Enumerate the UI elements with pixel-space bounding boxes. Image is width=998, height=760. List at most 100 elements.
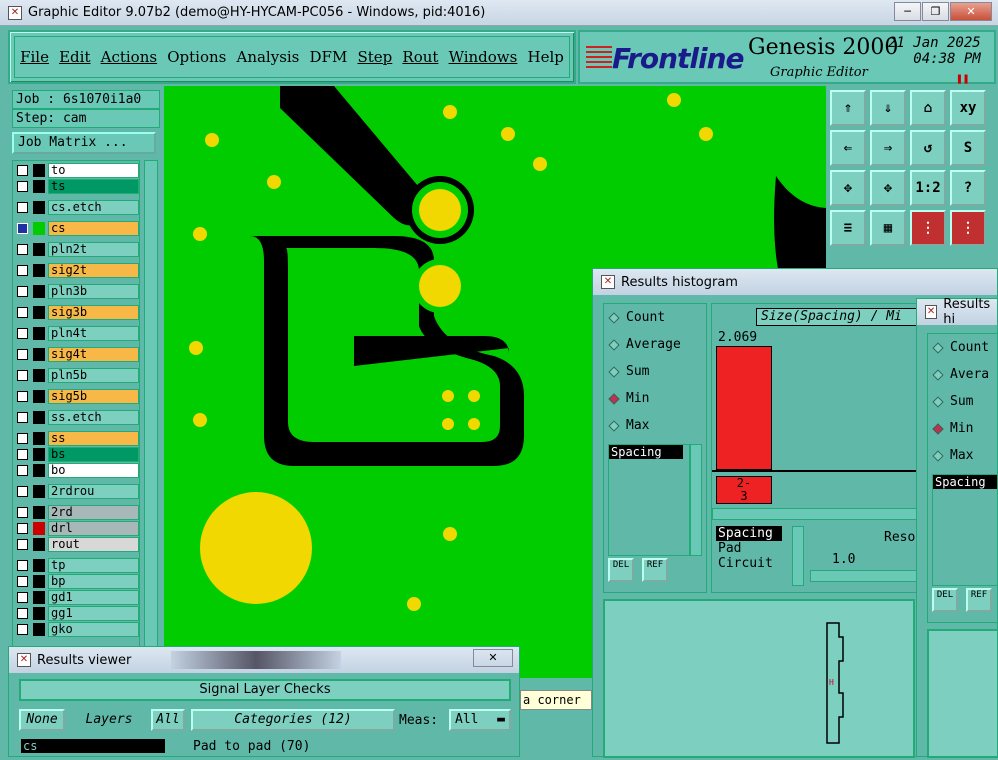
- fit-top-icon[interactable]: ⇑: [830, 90, 866, 126]
- del-button[interactable]: DEL: [608, 558, 634, 582]
- layer-name[interactable]: pln4t: [48, 326, 139, 341]
- radio-max-2[interactable]: Max: [932, 448, 973, 463]
- layer-checkbox[interactable]: [17, 328, 28, 339]
- layer-checkbox[interactable]: [17, 592, 28, 603]
- layer-checkbox[interactable]: [17, 465, 28, 476]
- layer-row-ss[interactable]: ss: [15, 431, 139, 446]
- metric-list-item-2[interactable]: Spacing: [933, 475, 997, 489]
- layer-row-sig5b[interactable]: sig5b: [15, 389, 139, 404]
- layer-checkbox[interactable]: [17, 202, 28, 213]
- layer-name[interactable]: gd1: [48, 590, 139, 605]
- pause-icon[interactable]: ❚❚: [956, 72, 969, 85]
- layer-row-2rd[interactable]: 2rd: [15, 505, 139, 520]
- layer-name[interactable]: gko: [48, 622, 139, 637]
- layer-row-cs-etch[interactable]: cs.etch: [15, 200, 139, 215]
- undo-icon[interactable]: ↺: [910, 130, 946, 166]
- layer-checkbox[interactable]: [17, 244, 28, 255]
- layer-name[interactable]: pln2t: [48, 242, 139, 257]
- reso-slider[interactable]: [810, 570, 920, 582]
- histogram-bar[interactable]: [716, 346, 772, 470]
- layer-row-tp[interactable]: tp: [15, 558, 139, 573]
- layer-checkbox[interactable]: [17, 165, 28, 176]
- layer-name[interactable]: sig2t: [48, 263, 139, 278]
- layer-row-pln5b[interactable]: pln5b: [15, 368, 139, 383]
- layer-checkbox[interactable]: [17, 449, 28, 460]
- layer-checkbox[interactable]: [17, 412, 28, 423]
- layer-name[interactable]: cs.etch: [48, 200, 139, 215]
- layer-row-bo[interactable]: bo: [15, 463, 139, 478]
- menu-dfm[interactable]: DFM: [310, 48, 348, 66]
- category-item-pad[interactable]: Pad: [716, 541, 790, 556]
- metric-list-2[interactable]: Spacing: [932, 474, 998, 586]
- snap-icon[interactable]: S: [950, 130, 986, 166]
- category-item-spacing[interactable]: Spacing: [716, 526, 782, 541]
- layer-name[interactable]: sig3b: [48, 305, 139, 320]
- layer-checkbox[interactable]: [17, 539, 28, 550]
- layer-name[interactable]: ss.etch: [48, 410, 139, 425]
- layer-row-bs[interactable]: bs: [15, 447, 139, 462]
- layer-checkbox[interactable]: [17, 370, 28, 381]
- category-item[interactable]: Pad to pad (70): [191, 739, 511, 758]
- menu-options[interactable]: Options: [167, 48, 226, 66]
- radio-average[interactable]: Average: [608, 337, 681, 352]
- radio-min-2[interactable]: Min: [932, 421, 973, 436]
- close-button[interactable]: ✕: [950, 2, 992, 21]
- radio-sum-2[interactable]: Sum: [932, 394, 973, 409]
- layer-checkbox[interactable]: [17, 507, 28, 518]
- layer-name[interactable]: drl: [48, 521, 139, 536]
- layer-name[interactable]: ss: [48, 431, 139, 446]
- layer-name[interactable]: gg1: [48, 606, 139, 621]
- category-item-circuit[interactable]: Circuit: [716, 556, 790, 571]
- grid-icon[interactable]: ▦: [870, 210, 906, 246]
- layer-checkbox[interactable]: [17, 624, 28, 635]
- layer-name[interactable]: tp: [48, 558, 139, 573]
- radio-max[interactable]: Max: [608, 418, 649, 433]
- ref-button-2[interactable]: REF: [966, 588, 992, 612]
- zoom-center-icon[interactable]: ✥: [870, 170, 906, 206]
- layer-name[interactable]: bp: [48, 574, 139, 589]
- layer-scrollbar[interactable]: [144, 160, 158, 660]
- layer-row-sig2t[interactable]: sig2t: [15, 263, 139, 278]
- layer-name[interactable]: sig5b: [48, 389, 139, 404]
- xy-icon[interactable]: xy: [950, 90, 986, 126]
- menu-analysis[interactable]: Analysis: [236, 48, 299, 66]
- menu-edit[interactable]: Edit: [59, 48, 90, 66]
- layer-tool2-icon[interactable]: ⋮: [950, 210, 986, 246]
- layer-checkbox[interactable]: [17, 523, 28, 534]
- layer-row-pln3b[interactable]: pln3b: [15, 284, 139, 299]
- menu-help[interactable]: Help: [528, 48, 564, 66]
- layer-row-cs[interactable]: cs: [15, 221, 139, 236]
- layer-checkbox[interactable]: [17, 433, 28, 444]
- layer-checkbox[interactable]: [17, 223, 28, 234]
- maximize-button[interactable]: ❐: [922, 2, 949, 21]
- metric-list-item[interactable]: Spacing: [609, 445, 683, 459]
- none-button[interactable]: None: [19, 709, 65, 731]
- layer-name[interactable]: cs: [48, 221, 139, 236]
- menu-file[interactable]: File: [20, 48, 49, 66]
- layer-row-ts[interactable]: ts: [15, 179, 139, 194]
- layer-checkbox[interactable]: [17, 265, 28, 276]
- layer-checkbox[interactable]: [17, 391, 28, 402]
- category-list[interactable]: Spacing Pad Circuit: [716, 526, 790, 586]
- layer-row-pln4t[interactable]: pln4t: [15, 326, 139, 341]
- radio-sum[interactable]: Sum: [608, 364, 649, 379]
- categories-button[interactable]: Categories (12): [191, 709, 395, 731]
- meas-select[interactable]: All ▬: [449, 709, 511, 731]
- viewer-close-button[interactable]: ✕: [473, 649, 513, 667]
- metric-list[interactable]: Spacing: [608, 444, 690, 556]
- histogram-hscroll[interactable]: [712, 508, 922, 520]
- minimize-button[interactable]: ─: [894, 2, 921, 21]
- layer-row-gko[interactable]: gko: [15, 622, 139, 637]
- layer-name[interactable]: ts: [48, 179, 139, 194]
- del-button-2[interactable]: DEL: [932, 588, 958, 612]
- layer-row-gd1[interactable]: gd1: [15, 590, 139, 605]
- layer-name[interactable]: pln3b: [48, 284, 139, 299]
- layer-name[interactable]: bs: [48, 447, 139, 462]
- layer-checkbox[interactable]: [17, 286, 28, 297]
- ref-button[interactable]: REF: [642, 558, 668, 582]
- layer-checkbox[interactable]: [17, 181, 28, 192]
- radio-average-2[interactable]: Avera: [932, 367, 989, 382]
- layer-name[interactable]: rout: [48, 537, 139, 552]
- fit-bottom-icon[interactable]: ⇓: [870, 90, 906, 126]
- zoom-fit-icon[interactable]: ✥: [830, 170, 866, 206]
